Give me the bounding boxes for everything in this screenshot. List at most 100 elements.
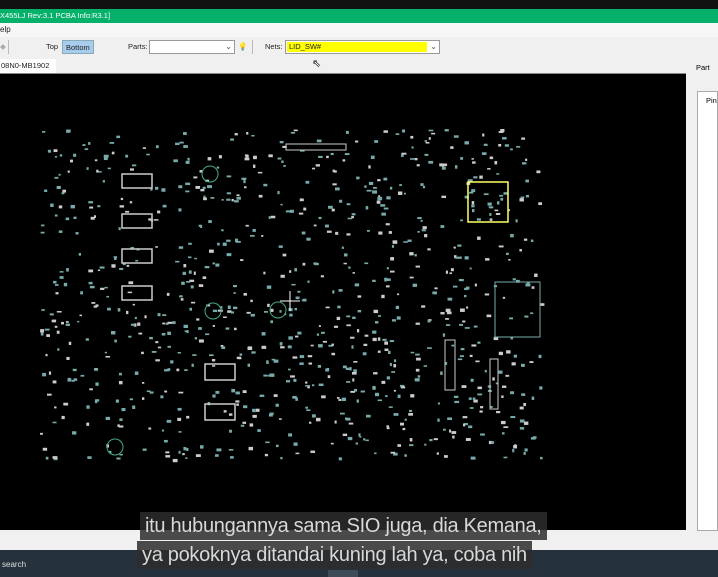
pcb-pad: [241, 177, 247, 180]
pcb-pad: [311, 384, 315, 387]
pcb-pad: [346, 203, 351, 206]
pcb-pad: [250, 234, 255, 237]
pcb-pad: [389, 363, 392, 367]
pcb-pad: [392, 240, 398, 244]
pcb-pad: [462, 416, 468, 419]
pcb-pad: [498, 143, 502, 147]
pin-list[interactable]: Pin: [697, 91, 718, 531]
pcb-pad: [198, 284, 204, 287]
pcb-pad: [352, 316, 356, 320]
board-tab[interactable]: 08N0-MB1902: [0, 59, 56, 73]
pcb-canvas[interactable]: [0, 73, 686, 530]
pcb-pad: [378, 231, 383, 235]
pcb-pad: [415, 368, 420, 372]
pcb-pad: [412, 283, 418, 287]
pcb-pad: [464, 141, 469, 145]
pcb-pad: [368, 181, 374, 185]
pcb-pad: [487, 202, 492, 206]
pcb-pad: [267, 303, 270, 307]
top-button[interactable]: Top: [46, 42, 58, 51]
nets-value[interactable]: LID_SW#: [287, 42, 427, 52]
pcb-pad: [463, 294, 467, 298]
pcb-pad: [530, 239, 534, 243]
pcb-pad: [374, 140, 379, 143]
pcb-pad: [455, 256, 458, 259]
pcb-pad: [350, 336, 355, 339]
pcb-pad: [106, 295, 110, 298]
pcb-pad: [338, 399, 342, 401]
pcb-pad: [266, 285, 272, 289]
pcb-pad: [488, 206, 494, 209]
pcb-pad: [465, 438, 471, 441]
pcb-pad: [100, 287, 105, 290]
pcb-pad: [185, 160, 190, 164]
nets-combo[interactable]: LID_SW# ⌄: [285, 40, 440, 54]
pcb-pad: [386, 427, 390, 430]
pcb-pad: [287, 345, 292, 349]
pcb-pad: [65, 321, 69, 323]
bottom-button[interactable]: Bottom: [62, 40, 94, 54]
pcb-pad: [257, 429, 261, 433]
pcb-pad: [354, 140, 359, 143]
chevron-down-icon[interactable]: ⌄: [430, 42, 437, 51]
pcb-pad: [166, 419, 172, 423]
pcb-pad: [42, 372, 47, 377]
pcb-pad: [89, 285, 95, 289]
pcb-pad: [377, 337, 381, 341]
pcb-pad: [58, 173, 61, 176]
pcb-pad: [55, 292, 59, 295]
pcb-pad: [165, 451, 170, 454]
pcb-pad: [305, 381, 308, 384]
pcb-pad: [299, 198, 304, 202]
pcb-pad: [246, 311, 251, 314]
pcb-pad: [200, 188, 205, 192]
pcb-pad: [383, 130, 389, 133]
pcb-pad: [235, 400, 240, 403]
pcb-pad: [266, 360, 269, 364]
pcb-pad: [235, 238, 238, 243]
ic-chip: [121, 213, 153, 229]
pcb-pad: [391, 371, 396, 373]
pcb-pad: [523, 403, 526, 407]
subtitle-line-1: itu hubungannya sama SIO juga, dia Keman…: [140, 512, 547, 540]
pcb-pad: [381, 212, 386, 216]
pcb-pad: [167, 321, 173, 324]
pcb-pad: [54, 156, 58, 158]
nav-arrow-icon[interactable]: ◆: [0, 42, 6, 51]
pcb-pad: [153, 219, 159, 221]
pcb-board-drawing[interactable]: [0, 74, 686, 531]
lightbulb-icon[interactable]: 💡: [238, 42, 247, 51]
pcb-pad: [251, 134, 255, 137]
pcb-pad: [48, 371, 52, 375]
pcb-pad: [388, 231, 392, 234]
pcb-pad: [316, 333, 320, 336]
part-tab[interactable]: Part: [696, 63, 710, 72]
pcb-pad: [512, 448, 515, 453]
pcb-pad: [344, 153, 350, 156]
pcb-pad: [381, 294, 385, 299]
chevron-down-icon[interactable]: ⌄: [225, 42, 232, 51]
pcb-pad: [299, 362, 304, 365]
pcb-pad: [178, 208, 182, 212]
taskbar-search[interactable]: search: [2, 560, 26, 569]
pcb-pad: [114, 339, 117, 343]
parts-combo[interactable]: ⌄: [149, 40, 235, 54]
pcb-pad: [325, 306, 330, 309]
pcb-pad: [191, 363, 194, 367]
pcb-pad: [496, 173, 500, 175]
pcb-pad: [44, 328, 50, 331]
pcb-pad: [534, 273, 538, 277]
pcb-pad: [496, 411, 501, 414]
pcb-pad: [56, 311, 62, 313]
pcb-pad: [90, 216, 95, 220]
pcb-pad: [356, 399, 359, 403]
pcb-pad: [289, 209, 294, 213]
menu-help[interactable]: elp: [0, 25, 11, 34]
pcb-pad: [331, 352, 336, 356]
pcb-pad: [503, 426, 509, 429]
pcb-pad: [223, 316, 227, 318]
pcb-pad: [293, 129, 298, 132]
pcb-pad: [119, 418, 123, 421]
pcb-pad: [494, 160, 498, 165]
taskbar-app-active[interactable]: [328, 570, 358, 577]
